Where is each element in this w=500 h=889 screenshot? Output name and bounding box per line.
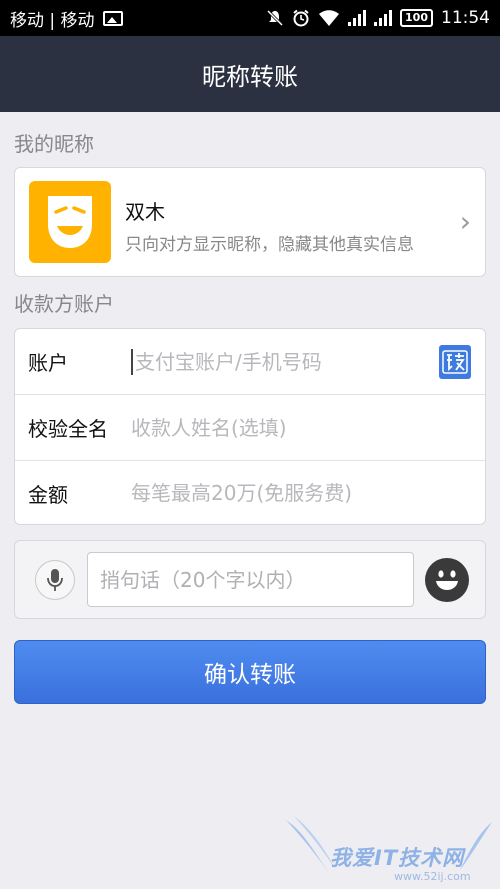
message-input[interactable]: [87, 552, 414, 607]
title-bar: 昵称转账: [0, 36, 500, 112]
emoji-button[interactable]: [425, 558, 469, 602]
signal-icon: [348, 10, 367, 26]
message-card: [14, 540, 486, 619]
clock-time: 11:54: [441, 8, 490, 28]
nickname-text: 双木: [125, 200, 165, 224]
nickname-section-label: 我的昵称: [14, 132, 94, 156]
battery-icon: 100: [400, 9, 433, 27]
payee-section-label: 收款方账户: [14, 292, 114, 316]
mute-icon: [266, 9, 284, 27]
payee-form-card: 账户 校验全名 金额: [14, 328, 486, 525]
contacts-book-icon: [442, 350, 468, 374]
amount-input[interactable]: [131, 481, 431, 505]
amount-label: 金额: [28, 482, 68, 507]
signal-icon: [374, 10, 393, 26]
contacts-book-button[interactable]: [439, 345, 471, 379]
microphone-icon: [47, 569, 63, 591]
watermark-url: www.52ij.com: [394, 870, 471, 883]
nickname-card[interactable]: 双木 只向对方显示昵称，隐藏其他真实信息 ›: [14, 167, 486, 277]
account-input[interactable]: [135, 349, 435, 374]
mask-face-icon: [48, 196, 92, 248]
watermark-text: 我爱IT技术网: [330, 846, 465, 870]
chevron-right-icon: ›: [459, 205, 471, 238]
alarm-icon: [293, 9, 309, 27]
nickname-description: 只向对方显示昵称，隐藏其他真实信息: [125, 235, 414, 255]
avatar: [29, 181, 111, 263]
fullname-input[interactable]: [131, 415, 431, 440]
smiley-face-icon: [429, 562, 465, 598]
amount-row[interactable]: 金额: [15, 460, 485, 525]
image-icon: [102, 10, 123, 26]
account-label: 账户: [28, 351, 68, 375]
text-cursor: [131, 348, 133, 375]
confirm-transfer-button[interactable]: 确认转账: [14, 640, 486, 704]
page-title: 昵称转账: [202, 62, 298, 91]
fullname-label: 校验全名: [28, 417, 108, 441]
watermark: 我爱IT技术网 www.52ij.com: [284, 812, 500, 889]
wifi-icon: [319, 10, 340, 26]
account-row[interactable]: 账户: [15, 329, 485, 394]
status-bar: 移动 | 移动 100 11:54: [0, 0, 500, 36]
carrier-text: 移动 | 移动: [10, 10, 95, 31]
fullname-row[interactable]: 校验全名: [15, 394, 485, 460]
voice-input-button[interactable]: [35, 560, 75, 600]
